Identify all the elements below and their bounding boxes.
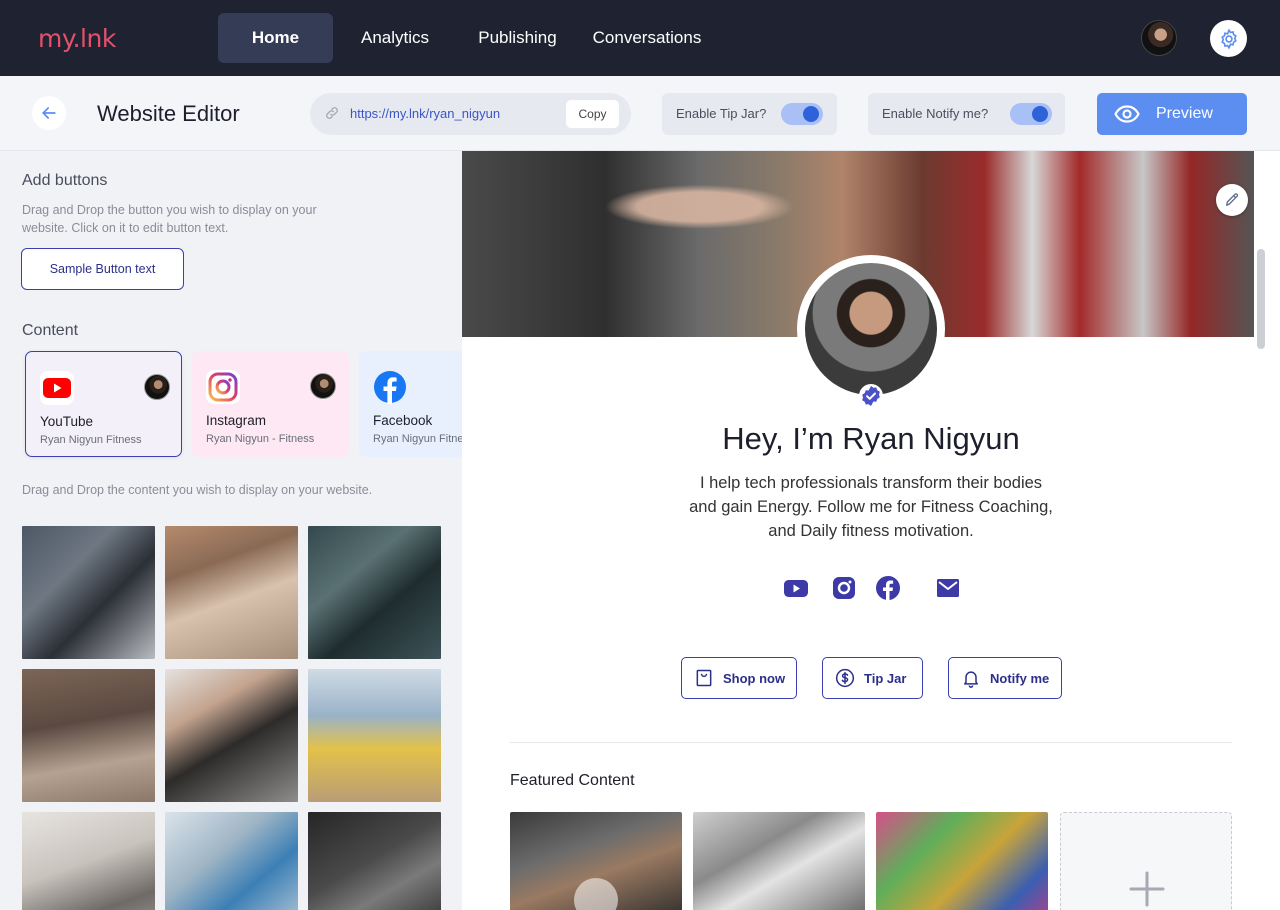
settings-button[interactable] [1210,20,1247,57]
top-navigation: my.lnk Home Analytics Publishing Convers… [0,0,1280,76]
content-card-subtitle: Ryan Nigyun Fitness [40,434,142,446]
avatar [144,374,170,400]
nav-analytics[interactable]: Analytics [350,13,440,63]
link-icon [326,107,338,119]
content-description: Drag and Drop the content you wish to di… [22,483,373,497]
media-thumbnail[interactable] [165,812,298,910]
notify-me-button[interactable]: Notify me [948,657,1062,699]
shop-now-label: Shop now [723,671,786,686]
tip-jar-button[interactable]: Tip Jar [822,657,923,699]
media-thumbnail[interactable] [22,812,155,910]
page-title: Website Editor [97,101,240,126]
brand-logo[interactable]: my.lnk [38,24,116,53]
eye-icon [1114,105,1140,123]
tip-jar-toggle[interactable] [781,103,823,125]
edit-cover-button[interactable] [1216,184,1248,216]
arrow-left-icon [41,107,56,119]
instagram-icon [206,370,240,404]
media-thumbnail[interactable] [22,669,155,802]
shopping-bag-icon [696,669,712,687]
media-thumbnail[interactable] [22,526,155,659]
url-field: https://my.lnk/ryan_nigyun Copy [310,93,631,135]
toggle-knob [803,106,819,122]
profile-name: Hey, I’m Ryan Nigyun [722,421,1020,456]
avatar [310,373,336,399]
notify-me-label: Notify me [990,671,1050,686]
content-card-name: Facebook [373,413,433,428]
tip-jar-label: Enable Tip Jar? [676,106,767,121]
content-card-instagram[interactable]: Instagram Ryan Nigyun - Fitness [192,351,349,457]
featured-item[interactable] [876,812,1048,910]
content-card-subtitle: Ryan Nigyun Fitness [373,433,462,445]
preview-scrollbar[interactable] [1257,249,1265,349]
pencil-icon [1226,193,1239,206]
sample-button[interactable]: Sample Button text [21,248,184,290]
youtube-icon [40,371,74,405]
content-card-subtitle: Ryan Nigyun - Fitness [206,433,315,445]
featured-content-title: Featured Content [510,772,635,789]
bell-icon [964,671,978,688]
editor-toolbar: Website Editor https://my.lnk/ryan_nigyu… [0,76,1280,151]
mail-icon[interactable] [935,575,961,601]
gear-icon [1220,28,1237,49]
content-title: Content [22,322,79,339]
back-button[interactable] [32,96,66,130]
content-card-facebook[interactable]: Facebook Ryan Nigyun Fitness [359,351,462,457]
media-thumbnail[interactable] [165,526,298,659]
content-card-name: YouTube [40,414,94,429]
notify-toggle[interactable] [1010,103,1052,125]
facebook-icon [373,370,407,404]
dollar-icon [835,668,855,688]
nav-conversations[interactable]: Conversations [588,13,706,63]
divider [510,742,1232,743]
tip-jar-setting: Enable Tip Jar? [662,93,837,135]
verified-badge-icon [859,384,883,408]
profile-bio: I help tech professionals transform thei… [689,474,1053,540]
shop-now-button[interactable]: Shop now [681,657,797,699]
notify-label: Enable Notify me? [882,106,989,121]
tip-jar-label: Tip Jar [864,671,907,686]
instagram-icon[interactable] [831,575,857,601]
add-buttons-description: Drag and Drop the button you wish to dis… [22,203,317,235]
featured-item[interactable] [510,812,682,910]
content-card-name: Instagram [206,413,267,428]
toggle-knob [1032,106,1048,122]
content-card-youtube[interactable]: YouTube Ryan Nigyun Fitness [25,351,182,457]
play-icon[interactable] [574,878,618,910]
nav-home[interactable]: Home [218,13,333,63]
copy-button[interactable]: Copy [566,100,619,128]
url-text[interactable]: https://my.lnk/ryan_nigyun [350,106,500,121]
website-preview: Hey, I’m Ryan Nigyun I help tech profess… [462,151,1280,910]
add-featured-button[interactable] [1060,812,1232,910]
media-thumbnail[interactable] [308,812,441,910]
preview-button[interactable]: Preview [1097,93,1247,135]
facebook-icon[interactable] [875,575,901,601]
media-thumbnail[interactable] [308,669,441,802]
youtube-icon[interactable] [783,575,809,601]
nav-publishing[interactable]: Publishing [470,13,565,63]
user-avatar[interactable] [1141,20,1177,56]
notify-setting: Enable Notify me? [868,93,1065,135]
featured-item[interactable] [693,812,865,910]
add-buttons-title: Add buttons [22,172,108,189]
media-thumbnail[interactable] [308,526,441,659]
profile-photo[interactable] [805,263,937,395]
media-thumbnail[interactable] [165,669,298,802]
plus-icon [1129,871,1165,907]
left-panel: Add buttons Drag and Drop the button you… [0,151,462,910]
preview-label: Preview [1156,105,1213,122]
